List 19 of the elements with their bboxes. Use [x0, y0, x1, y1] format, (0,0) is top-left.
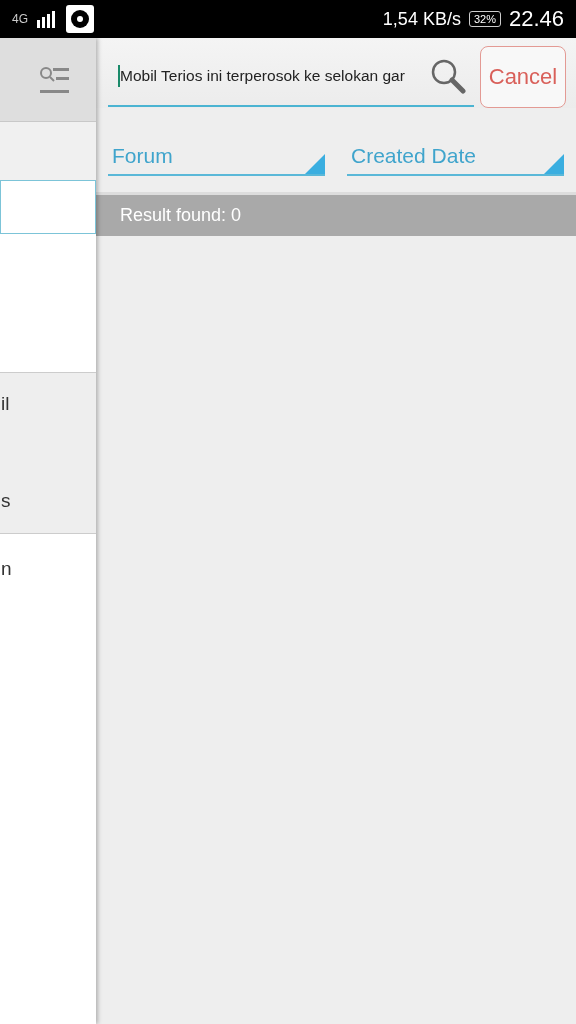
- filter-dropdown[interactable]: Forum: [108, 138, 325, 176]
- search-list-icon[interactable]: [38, 64, 70, 95]
- search-icon[interactable]: [430, 58, 466, 94]
- search-field[interactable]: Mobil Terios ini terperosok ke selokan gar: [108, 47, 474, 107]
- clock: 22.46: [508, 6, 564, 32]
- list-item-text: s: [1, 490, 11, 512]
- filter-dropdown[interactable]: Created Date: [347, 138, 564, 176]
- list-item-text: n: [1, 558, 12, 580]
- cancel-button[interactable]: Cancel: [480, 46, 566, 108]
- list-item-text: il: [1, 393, 10, 415]
- side-input-field[interactable]: [0, 180, 96, 234]
- network-speed: 1,54 KB/s: [382, 8, 461, 30]
- music-app-icon: [66, 5, 94, 33]
- network-type: 4G: [12, 12, 28, 26]
- battery-level: 32%: [468, 11, 501, 27]
- signal-icon: [36, 10, 58, 28]
- dropdown-triangle-icon: [544, 154, 564, 174]
- dropdown-triangle-icon: [305, 154, 325, 174]
- result-count: Result found: 0: [96, 192, 576, 236]
